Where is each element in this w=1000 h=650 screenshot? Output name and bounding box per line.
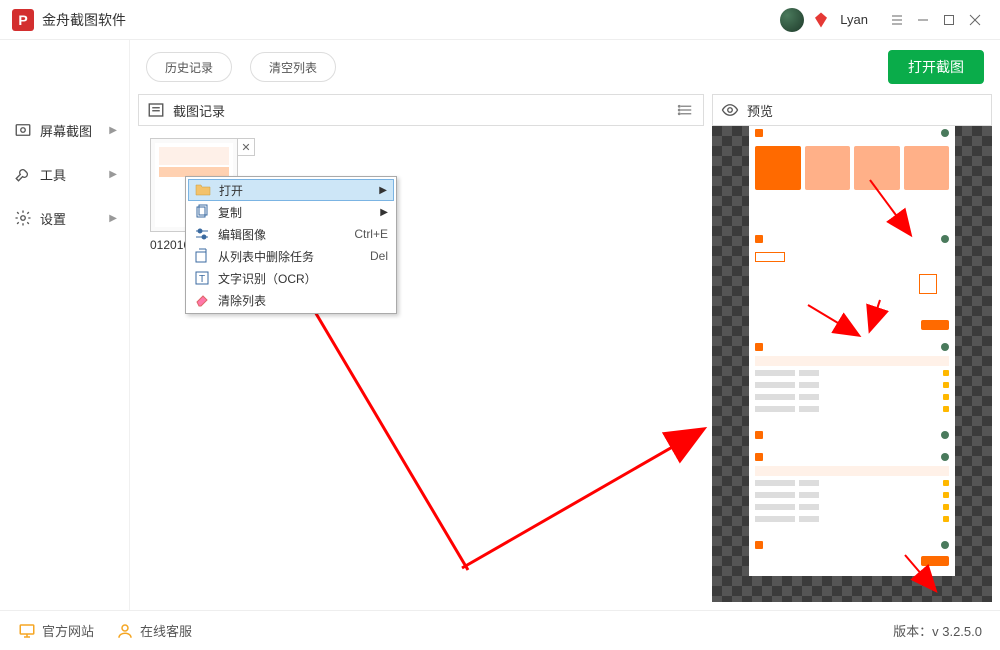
list-view-icon[interactable] bbox=[677, 101, 695, 119]
folder-icon bbox=[195, 182, 211, 198]
text-icon: T bbox=[194, 270, 210, 286]
thumbnail-close-button[interactable]: ✕ bbox=[237, 138, 255, 156]
version-label: 版本：v 3.2.5.0 bbox=[893, 621, 982, 640]
preview-panel-body[interactable] bbox=[712, 126, 992, 602]
context-item-label: 从列表中删除任务 bbox=[218, 248, 362, 265]
submenu-arrow-icon: ▶ bbox=[380, 207, 388, 218]
avatar[interactable] bbox=[780, 8, 804, 32]
gear-icon bbox=[14, 209, 32, 227]
username-label[interactable]: Lyan bbox=[840, 12, 868, 27]
app-title: 金舟截图软件 bbox=[42, 10, 126, 30]
online-support-link[interactable]: 在线客服 bbox=[116, 621, 192, 640]
eye-icon bbox=[721, 101, 739, 119]
close-button[interactable] bbox=[962, 7, 988, 33]
history-button-label: 历史记录 bbox=[165, 59, 213, 76]
context-item-open[interactable]: 打开 ▶ bbox=[188, 179, 394, 201]
context-item-ocr[interactable]: T 文字识别（OCR） bbox=[188, 267, 394, 289]
minimize-button[interactable] bbox=[910, 7, 936, 33]
preview-title: 预览 bbox=[747, 101, 773, 120]
context-item-label: 编辑图像 bbox=[218, 226, 346, 243]
submenu-arrow-icon: ▶ bbox=[379, 185, 387, 196]
context-item-copy[interactable]: 复制 ▶ bbox=[188, 201, 394, 223]
context-item-label: 打开 bbox=[219, 182, 371, 199]
vip-diamond-icon[interactable] bbox=[812, 11, 830, 29]
edit-icon bbox=[194, 226, 210, 242]
sidebar-item-label: 屏幕截图 bbox=[40, 121, 101, 140]
shortcut-label: Ctrl+E bbox=[354, 227, 388, 241]
online-support-label: 在线客服 bbox=[140, 621, 192, 640]
maximize-button[interactable] bbox=[936, 7, 962, 33]
context-item-delete[interactable]: 从列表中删除任务 Del bbox=[188, 245, 394, 267]
menu-button[interactable] bbox=[884, 7, 910, 33]
shortcut-label: Del bbox=[370, 249, 388, 263]
context-item-edit-image[interactable]: 编辑图像 Ctrl+E bbox=[188, 223, 394, 245]
list-icon bbox=[147, 101, 165, 119]
open-capture-button[interactable]: 打开截图 bbox=[888, 50, 984, 84]
app-logo: P bbox=[12, 9, 34, 31]
eraser-icon bbox=[194, 292, 210, 308]
screenshot-icon bbox=[14, 121, 32, 139]
preview-panel-header: 预览 bbox=[712, 94, 992, 126]
records-panel-header: 截图记录 bbox=[138, 94, 704, 126]
support-icon bbox=[116, 622, 134, 640]
history-button[interactable]: 历史记录 bbox=[146, 52, 232, 82]
context-item-label: 文字识别（OCR） bbox=[218, 270, 388, 287]
context-menu: 打开 ▶ 复制 ▶ 编辑图像 Ctrl+E 从列表中删除任务 Del T 文字识… bbox=[185, 176, 397, 314]
chevron-right-icon: ▶ bbox=[109, 169, 117, 180]
sidebar-item-label: 设置 bbox=[40, 209, 101, 228]
sidebar-item-screenshot[interactable]: 屏幕截图 ▶ bbox=[0, 108, 129, 152]
sidebar: 屏幕截图 ▶ 工具 ▶ 设置 ▶ bbox=[0, 40, 130, 610]
official-site-link[interactable]: 官方网站 bbox=[18, 621, 94, 640]
preview-image bbox=[749, 126, 955, 576]
delete-icon bbox=[194, 248, 210, 264]
sidebar-item-tools[interactable]: 工具 ▶ bbox=[0, 152, 129, 196]
chevron-right-icon: ▶ bbox=[109, 125, 117, 136]
context-item-clear[interactable]: 清除列表 bbox=[188, 289, 394, 311]
copy-icon bbox=[194, 204, 210, 220]
monitor-icon bbox=[18, 622, 36, 640]
sidebar-item-settings[interactable]: 设置 ▶ bbox=[0, 196, 129, 240]
open-capture-label: 打开截图 bbox=[908, 57, 964, 77]
context-item-label: 清除列表 bbox=[218, 292, 388, 309]
clear-list-button[interactable]: 清空列表 bbox=[250, 52, 336, 82]
clear-list-button-label: 清空列表 bbox=[269, 59, 317, 76]
official-site-label: 官方网站 bbox=[42, 621, 94, 640]
sidebar-item-label: 工具 bbox=[40, 165, 101, 184]
svg-text:T: T bbox=[199, 274, 205, 285]
wrench-icon bbox=[14, 165, 32, 183]
chevron-right-icon: ▶ bbox=[109, 213, 117, 224]
context-item-label: 复制 bbox=[218, 204, 372, 221]
records-title: 截图记录 bbox=[173, 101, 225, 120]
